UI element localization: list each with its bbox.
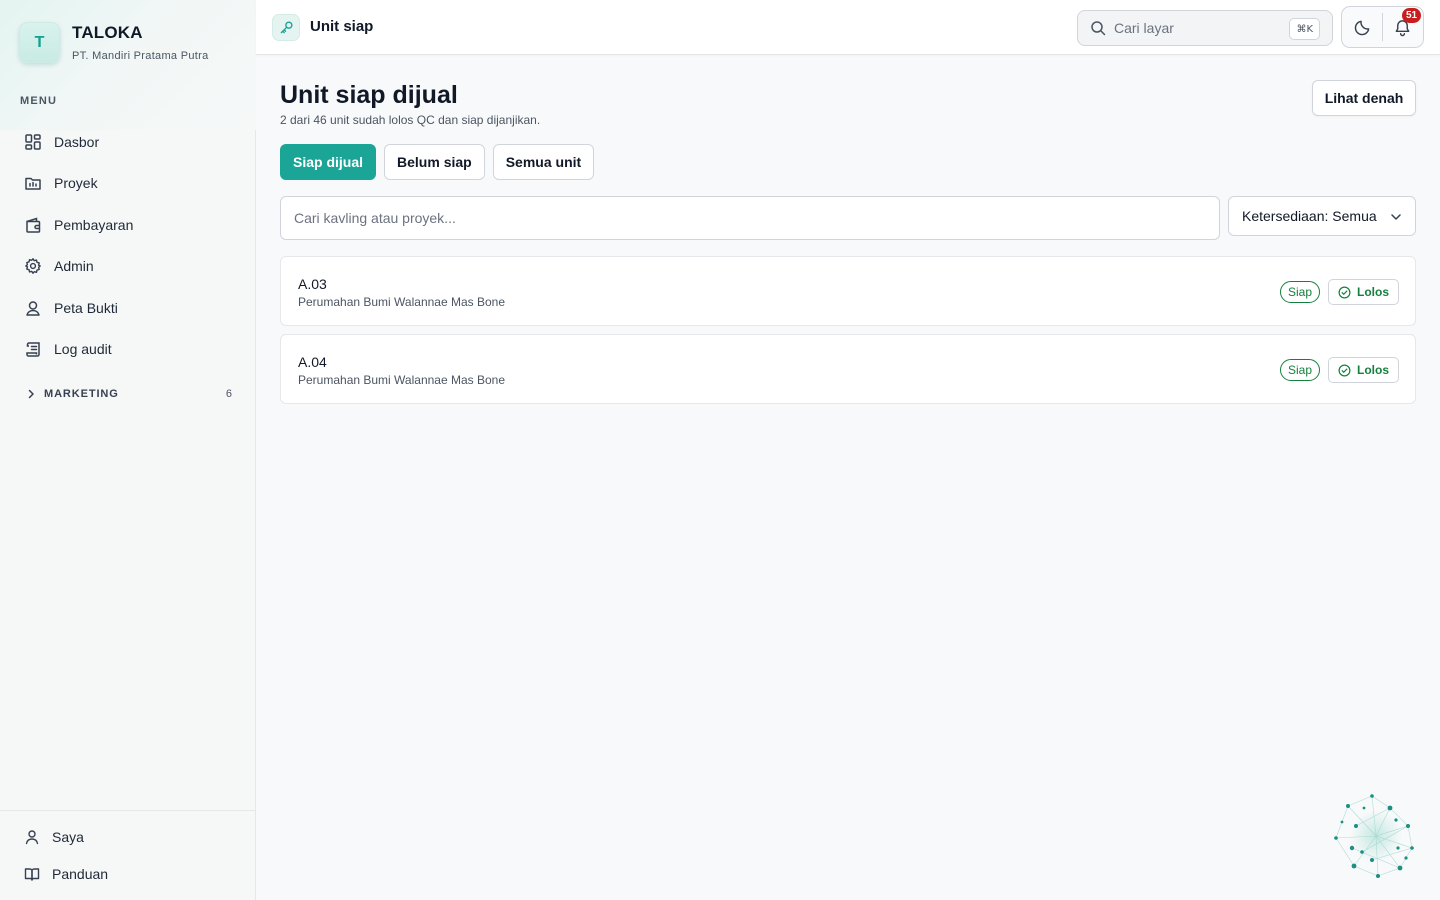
sidebar-item-admin[interactable]: Admin	[12, 246, 244, 288]
theme-toggle-button[interactable]	[1342, 7, 1382, 47]
notification-count-badge: 51	[1402, 8, 1421, 23]
sidebar-item-label: Proyek	[54, 175, 98, 192]
book-icon	[24, 868, 40, 881]
moon-icon	[1354, 20, 1369, 35]
notifications-button[interactable]: 51	[1383, 7, 1423, 47]
unit-project: Perumahan Bumi Walannae Mas Bone	[298, 373, 505, 387]
sidebar-item-label: Peta Bukti	[54, 299, 118, 316]
qc-badge: Lolos	[1328, 357, 1399, 383]
chevron-down-icon	[1391, 214, 1401, 220]
screen-search-input[interactable]	[1114, 20, 1284, 36]
sidebar-item-saya[interactable]: Saya	[12, 818, 244, 856]
brand-text: TALOKA PT. Mandiri Pratama Putra	[72, 23, 209, 62]
search-icon	[1091, 21, 1106, 36]
sidebar-section-marketing[interactable]: MARKETING 6	[12, 383, 244, 405]
sidebar-bottom-nav: Saya Panduan	[12, 818, 244, 893]
qc-badge-label: Lolos	[1357, 285, 1389, 299]
unit-list: A.03 Perumahan Bumi Walannae Mas Bone Si…	[280, 256, 1416, 412]
sidebar-item-label: Saya	[52, 828, 84, 845]
sidebar-divider	[0, 810, 256, 811]
scroll-icon	[26, 342, 40, 357]
topbar-actions: 51	[1341, 6, 1424, 48]
chevron-right-icon	[28, 389, 34, 399]
menu-heading: MENU	[20, 95, 58, 107]
unit-row[interactable]: A.03 Perumahan Bumi Walannae Mas Bone Si…	[280, 256, 1416, 326]
status-badge: Siap	[1279, 281, 1320, 303]
sidebar-item-dasbor[interactable]: Dasbor	[12, 121, 244, 163]
section-label: MARKETING	[44, 388, 119, 400]
network-graph-decoration	[1334, 794, 1414, 878]
unit-project: Perumahan Bumi Walannae Mas Bone	[298, 295, 505, 309]
map-pin-icon	[26, 301, 40, 316]
section-count: 6	[225, 388, 232, 400]
qc-badge-label: Lolos	[1357, 363, 1389, 377]
tab-belum-siap[interactable]: Belum siap	[384, 144, 485, 180]
page-title: Unit siap dijual	[280, 81, 458, 109]
unit-badges: Siap Lolos	[1279, 357, 1399, 383]
sidebar: T TALOKA PT. Mandiri Pratama Putra MENU …	[0, 0, 256, 900]
company-name: PT. Mandiri Pratama Putra	[72, 50, 209, 62]
user-icon	[25, 830, 39, 844]
screen-search[interactable]: ⌘K	[1077, 10, 1333, 46]
key-icon	[280, 21, 293, 34]
unit-search-input[interactable]	[280, 196, 1220, 240]
page-breadcrumb: Unit siap	[310, 18, 374, 35]
top-bar: Unit siap ⌘K 51	[256, 0, 1440, 55]
unit-code: A.04	[298, 354, 327, 370]
status-tabs: Siap dijual Belum siap Semua unit	[280, 144, 602, 180]
qc-badge: Lolos	[1328, 279, 1399, 305]
page-icon	[272, 14, 300, 41]
sidebar-item-label: Admin	[54, 258, 94, 275]
sidebar-item-proyek[interactable]: Proyek	[12, 163, 244, 205]
tab-siap-dijual[interactable]: Siap dijual	[280, 144, 377, 180]
keyboard-shortcut-hint: ⌘K	[1289, 18, 1320, 40]
folder-icon	[25, 178, 41, 190]
sidebar-item-log-audit[interactable]: Log audit	[12, 329, 244, 371]
sidebar-header-background	[0, 0, 256, 130]
sidebar-item-peta-bukti[interactable]: Peta Bukti	[12, 287, 244, 329]
tab-semua-unit[interactable]: Semua unit	[492, 144, 595, 180]
brand-logo: T	[19, 22, 60, 63]
availability-filter-select[interactable]: Ketersediaan: Semua	[1228, 196, 1416, 236]
status-badge: Siap	[1279, 359, 1320, 381]
sidebar-item-pembayaran[interactable]: Pembayaran	[12, 204, 244, 246]
sidebar-item-panduan[interactable]: Panduan	[12, 856, 244, 894]
brand-name: TALOKA	[72, 23, 143, 42]
dashboard-icon	[25, 134, 41, 150]
brand[interactable]: T TALOKA PT. Mandiri Pratama Putra	[19, 22, 209, 63]
availability-filter-value: Ketersediaan: Semua	[1242, 208, 1377, 224]
page-subtitle: 2 dari 46 unit sudah lolos QC dan siap d…	[280, 113, 541, 127]
wallet-icon	[26, 217, 41, 233]
sidebar-nav: Dasbor Proyek Pembayaran Admin Peta Bukt…	[12, 121, 244, 370]
sidebar-item-label: Dasbor	[54, 133, 100, 150]
check-circle-icon	[1338, 364, 1351, 376]
unit-row[interactable]: A.04 Perumahan Bumi Walannae Mas Bone Si…	[280, 334, 1416, 404]
unit-badges: Siap Lolos	[1279, 279, 1399, 305]
unit-code: A.03	[298, 276, 327, 292]
sidebar-item-label: Pembayaran	[54, 216, 134, 233]
check-circle-icon	[1338, 286, 1351, 298]
sidebar-item-label: Panduan	[52, 866, 109, 883]
gear-icon	[25, 258, 41, 275]
sidebar-item-label: Log audit	[54, 341, 112, 358]
view-floor-plan-button[interactable]: Lihat denah	[1312, 80, 1416, 116]
